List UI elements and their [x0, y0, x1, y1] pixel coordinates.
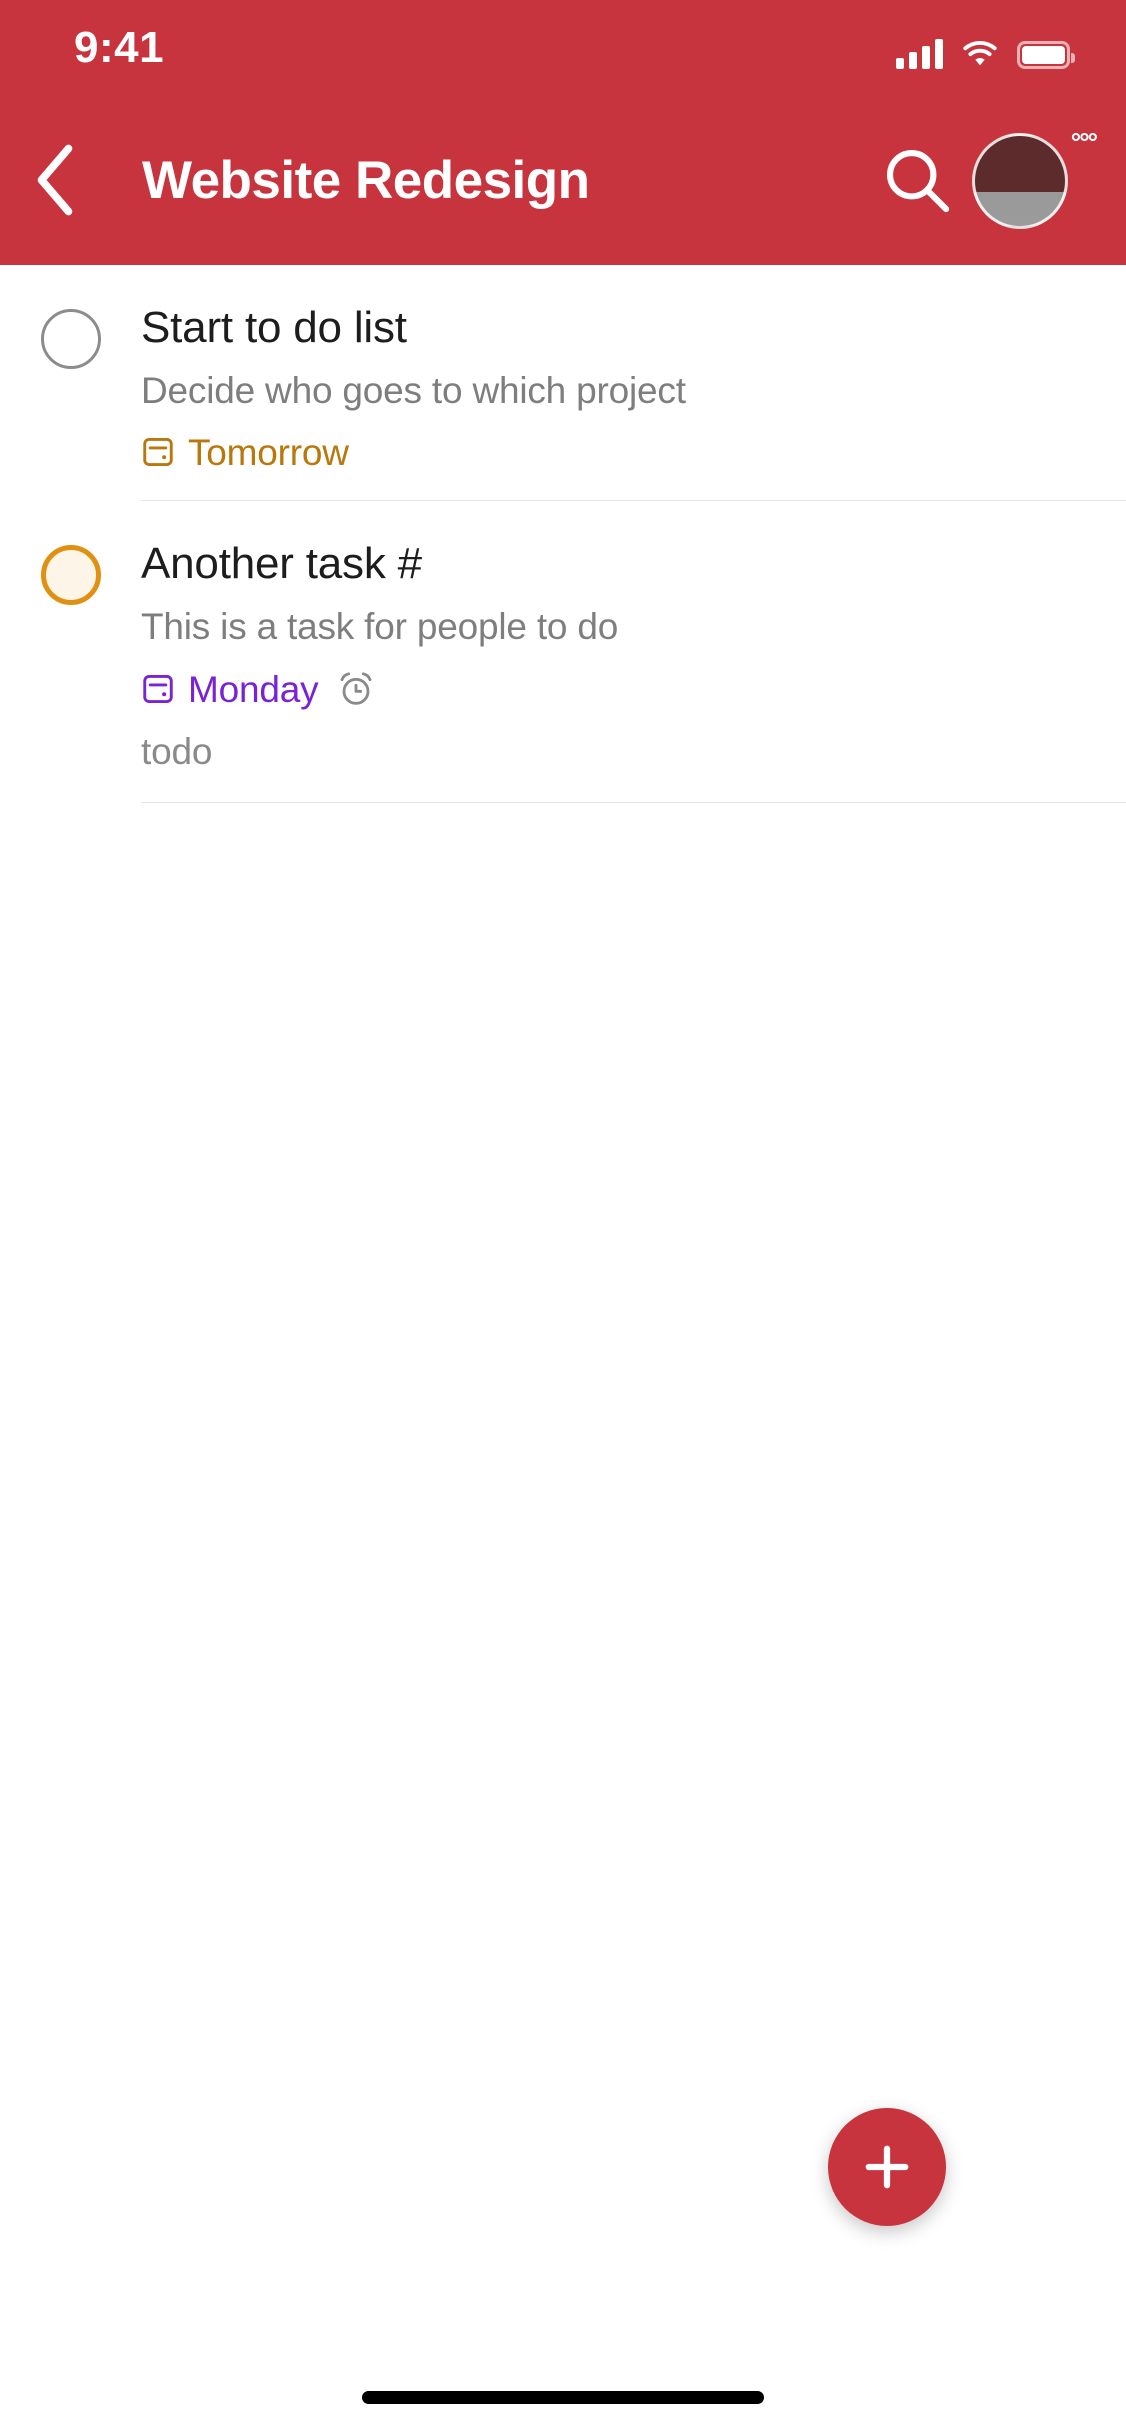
task-checkbox[interactable]: [40, 544, 101, 605]
task-row[interactable]: Start to do list Decide who goes to whic…: [0, 265, 1126, 501]
task-meta: Monday: [141, 669, 1086, 709]
task-due-date[interactable]: Tomorrow: [141, 434, 349, 471]
task-description: This is a task for people to do: [141, 605, 619, 647]
cellular-bars-icon: [896, 38, 943, 69]
search-button[interactable]: [862, 125, 972, 235]
plus-icon: [865, 2145, 909, 2189]
task-due-date-label: Tomorrow: [188, 431, 349, 473]
task-row[interactable]: Another task # This is a task for people…: [0, 500, 1126, 804]
task-checkbox[interactable]: [40, 309, 101, 369]
battery-full-icon: [1017, 40, 1075, 69]
nav-row: Website Redesign °°°: [0, 95, 1126, 265]
task-due-date[interactable]: Monday: [141, 668, 319, 710]
status-bar: 9:41: [0, 0, 1126, 95]
task-checkbox-cell: [0, 539, 141, 605]
task-body: Start to do list Decide who goes to whic…: [141, 303, 1126, 471]
calendar-note-icon: [143, 438, 173, 467]
chevron-left-icon: [37, 144, 73, 216]
task-tag[interactable]: todo: [141, 731, 1086, 773]
task-body: Another task # This is a task for people…: [141, 539, 1126, 774]
back-button[interactable]: [0, 125, 110, 235]
calendar-note-icon: [143, 675, 173, 704]
status-bar-indicators: [896, 27, 1075, 69]
app-bar: 9:41 Website Redesign °°°: [0, 0, 1126, 265]
task-title: Start to do list: [141, 303, 407, 352]
add-task-button[interactable]: [828, 2108, 946, 2226]
status-bar-clock: 9:41: [74, 22, 165, 72]
task-due-date-label: Monday: [188, 668, 319, 710]
home-indicator: [362, 2391, 764, 2404]
phone-screen: 9:41 Website Redesign °°° Start to do li…: [0, 0, 1126, 2436]
task-list: Start to do list Decide who goes to whic…: [0, 265, 1126, 804]
alarm-clock-icon[interactable]: [336, 669, 376, 709]
task-title: Another task #: [141, 538, 422, 588]
avatar-badge: °°°: [1070, 127, 1098, 157]
search-icon: [887, 150, 950, 213]
page-title: Website Redesign: [142, 150, 590, 210]
task-divider: [141, 802, 1126, 804]
task-description: Decide who goes to which project: [141, 370, 686, 412]
avatar: [972, 133, 1068, 229]
wifi-icon: [963, 40, 997, 65]
task-checkbox-cell: [0, 303, 141, 369]
account-button[interactable]: °°°: [972, 125, 1098, 235]
task-meta: Tomorrow: [141, 434, 1086, 471]
